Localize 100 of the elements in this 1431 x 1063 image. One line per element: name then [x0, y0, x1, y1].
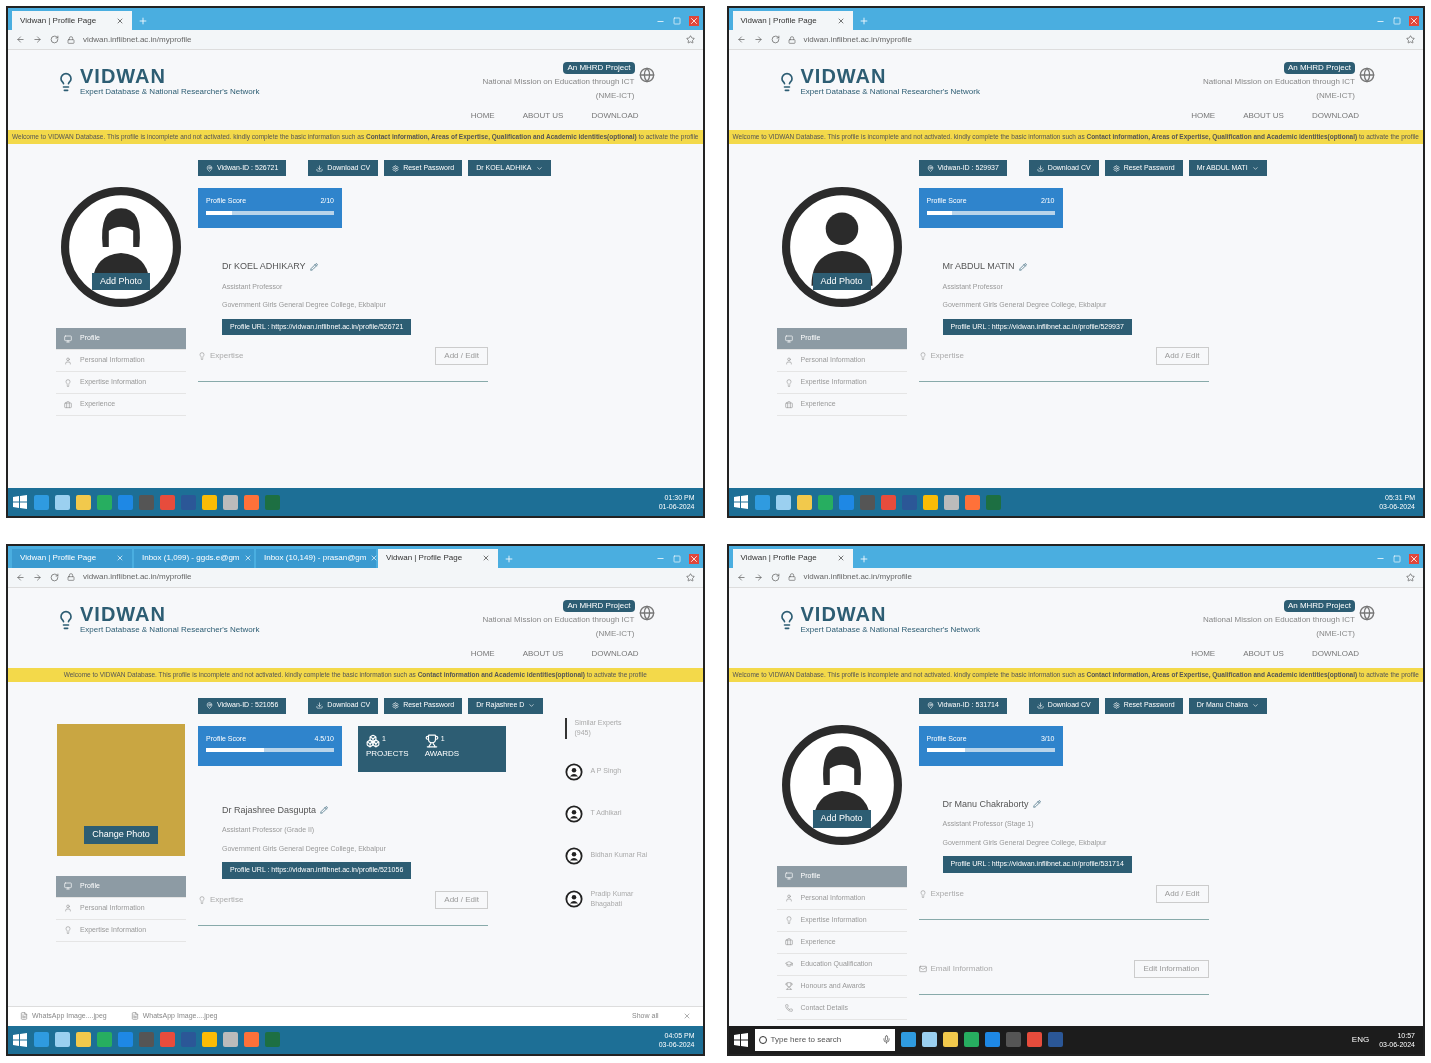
- back-icon[interactable]: [736, 572, 746, 582]
- nav-link[interactable]: HOME: [470, 647, 495, 660]
- forward-icon[interactable]: [753, 572, 763, 582]
- nav-link[interactable]: HOME: [470, 110, 495, 122]
- mission-text: National Mission on Education through ICT: [1202, 613, 1355, 626]
- nav-link[interactable]: HOME: [1191, 110, 1216, 122]
- close-icon[interactable]: [682, 1012, 691, 1020]
- stat-label: PROJECTS: [366, 747, 409, 760]
- new-tab-icon[interactable]: [504, 553, 514, 564]
- url-field[interactable]: vidwan.inflibnet.ac.in/myprofile: [83, 33, 678, 46]
- browser-tab[interactable]: Vidwan | Profile Page: [732, 11, 853, 30]
- browser-tab[interactable]: Vidwan | Profile Page: [12, 11, 132, 30]
- url-field[interactable]: vidwan.inflibnet.ac.in/myprofile: [83, 571, 678, 583]
- edit-pencil-icon[interactable]: [1018, 262, 1027, 271]
- close-icon[interactable]: [688, 553, 699, 564]
- app-icon[interactable]: [900, 1032, 916, 1047]
- start-icon[interactable]: [732, 1031, 749, 1048]
- app-icon[interactable]: [921, 1032, 937, 1047]
- maximize-icon[interactable]: [672, 17, 681, 25]
- app-icon[interactable]: [963, 1032, 979, 1047]
- site-tagline: Expert Database & National Researcher's Network: [80, 623, 260, 636]
- section-action-button[interactable]: Add / Edit: [1155, 884, 1209, 903]
- reload-icon[interactable]: [770, 572, 780, 582]
- close-icon[interactable]: [1409, 16, 1419, 26]
- language-indicator: ENG: [1351, 1033, 1370, 1046]
- close-icon[interactable]: [836, 554, 845, 562]
- reload-icon[interactable]: [770, 35, 780, 44]
- edit-pencil-icon[interactable]: [1032, 800, 1041, 809]
- nav-link[interactable]: DOWNLOAD: [591, 647, 639, 660]
- section-action-button[interactable]: Add / Edit: [435, 890, 488, 909]
- female-avatar-icon: [780, 723, 903, 846]
- microphone-icon[interactable]: [881, 1035, 891, 1044]
- forward-icon[interactable]: [753, 35, 763, 44]
- site-logo[interactable]: VIDWAN: [80, 603, 260, 624]
- nav-link[interactable]: DOWNLOAD: [591, 110, 639, 122]
- nav-link[interactable]: ABOUT US: [522, 647, 564, 660]
- close-icon[interactable]: [688, 16, 699, 26]
- edit-pencil-icon[interactable]: [320, 806, 329, 815]
- close-icon[interactable]: [1409, 553, 1419, 564]
- section-icon: [198, 895, 206, 904]
- stat-label: AWARDS: [424, 747, 460, 760]
- maximize-icon[interactable]: [672, 554, 681, 563]
- browser-tab[interactable]: Vidwan | Profile Page: [378, 548, 498, 568]
- site-logo[interactable]: VIDWAN: [800, 66, 980, 86]
- start-icon[interactable]: [732, 494, 749, 510]
- bookmark-star-icon[interactable]: [1406, 35, 1415, 44]
- forward-icon[interactable]: [33, 572, 42, 582]
- add-photo-button[interactable]: Add Photo: [812, 810, 871, 828]
- change-photo-button[interactable]: Change Photo: [84, 826, 158, 844]
- back-icon[interactable]: [736, 35, 746, 44]
- url-field[interactable]: vidwan.inflibnet.ac.in/myprofile: [803, 571, 1398, 583]
- close-icon[interactable]: [482, 554, 490, 562]
- url-field[interactable]: vidwan.inflibnet.ac.in/myprofile: [803, 33, 1398, 46]
- mission-text: National Mission on Education through ICT: [1202, 76, 1355, 88]
- close-icon[interactable]: [243, 554, 252, 562]
- sidebar-item-icon: [784, 1004, 793, 1012]
- reload-icon[interactable]: [50, 35, 59, 44]
- browser-tab[interactable]: Inbox (1,099) - ggds.e@gm: [134, 548, 254, 568]
- back-icon[interactable]: [16, 35, 25, 44]
- site-logo[interactable]: VIDWAN: [80, 66, 260, 86]
- nav-link[interactable]: DOWNLOAD: [1311, 647, 1359, 660]
- nav-link[interactable]: ABOUT US: [1243, 647, 1284, 660]
- sidebar-item-icon: [784, 894, 793, 902]
- nav-link[interactable]: DOWNLOAD: [1311, 110, 1359, 122]
- browser-tab[interactable]: Inbox (10,149) - prasan@gm: [256, 548, 376, 568]
- start-icon[interactable]: [12, 1031, 28, 1048]
- new-tab-icon[interactable]: [858, 16, 869, 26]
- section-action-button[interactable]: Add / Edit: [1155, 347, 1209, 365]
- edit-pencil-icon[interactable]: [309, 262, 318, 271]
- forward-icon[interactable]: [33, 35, 42, 44]
- close-icon[interactable]: [370, 554, 379, 562]
- start-icon[interactable]: [12, 494, 28, 510]
- section-action-button[interactable]: Edit Information: [1134, 959, 1209, 978]
- section-action-button[interactable]: Add / Edit: [435, 347, 488, 365]
- app-icon[interactable]: [1026, 1032, 1042, 1047]
- taskbar-search-field[interactable]: Type here to search: [754, 1028, 895, 1051]
- browser-tab[interactable]: Vidwan | Profile Page: [12, 548, 132, 568]
- map-pin-icon: [926, 164, 934, 172]
- app-icon[interactable]: [942, 1032, 958, 1047]
- nav-link[interactable]: HOME: [1191, 647, 1216, 660]
- site-logo[interactable]: VIDWAN: [800, 603, 980, 624]
- close-icon[interactable]: [836, 16, 845, 25]
- bookmark-star-icon[interactable]: [1406, 572, 1415, 582]
- app-icon[interactable]: [984, 1032, 1000, 1047]
- new-tab-icon[interactable]: [138, 16, 148, 26]
- browser-tab[interactable]: Vidwan | Profile Page: [732, 548, 853, 568]
- back-icon[interactable]: [16, 572, 25, 582]
- map-pin-icon: [206, 164, 213, 172]
- caret-icon: [1251, 164, 1259, 172]
- reload-icon[interactable]: [50, 572, 59, 582]
- nav-link[interactable]: ABOUT US: [1243, 110, 1284, 122]
- new-tab-icon[interactable]: [858, 553, 869, 564]
- settings-icon: [1112, 164, 1120, 172]
- bookmark-star-icon[interactable]: [685, 35, 695, 44]
- maximize-icon[interactable]: [1393, 17, 1401, 25]
- lock-icon: [787, 35, 796, 44]
- bookmark-star-icon[interactable]: [685, 572, 695, 582]
- nav-link[interactable]: ABOUT US: [522, 110, 564, 122]
- maximize-icon[interactable]: [1393, 554, 1401, 563]
- close-icon[interactable]: [116, 16, 124, 25]
